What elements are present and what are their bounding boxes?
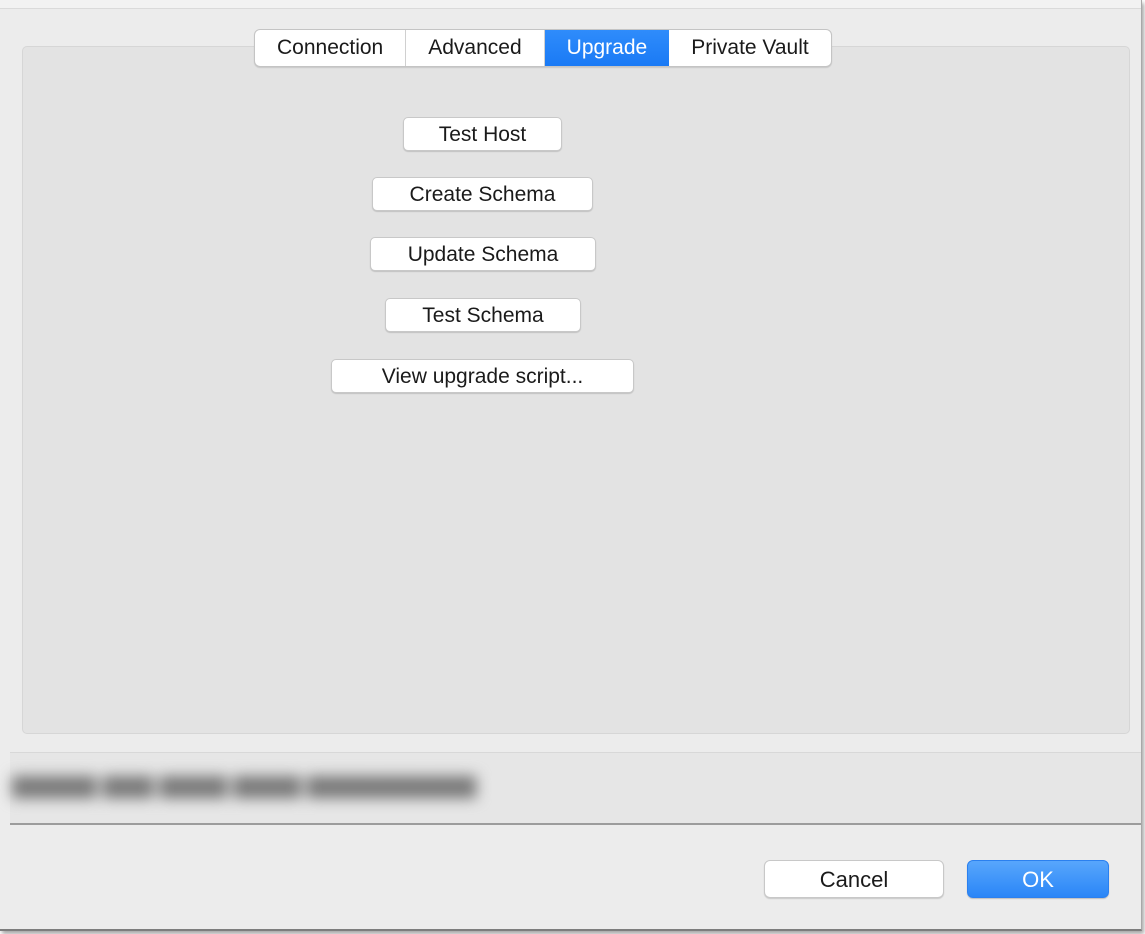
- test-host-button[interactable]: Test Host: [403, 117, 562, 151]
- upgrade-tab-panel: Test Host Create Schema Update Schema Te…: [22, 46, 1130, 734]
- title-strip: [0, 0, 1141, 9]
- tab-connection[interactable]: Connection: [255, 30, 407, 66]
- status-bar: ▇▇▇▇▇ ▇▇▇ ▇▇▇▇ ▇▇▇▇ ▇▇▇▇▇▇▇▇▇▇: [10, 752, 1141, 825]
- tab-upgrade[interactable]: Upgrade: [544, 30, 670, 66]
- create-schema-button[interactable]: Create Schema: [372, 177, 593, 211]
- dialog-footer: Cancel OK: [0, 825, 1141, 929]
- ok-button[interactable]: OK: [967, 860, 1109, 898]
- update-schema-button[interactable]: Update Schema: [370, 237, 596, 271]
- status-text: ▇▇▇▇▇ ▇▇▇ ▇▇▇▇ ▇▇▇▇ ▇▇▇▇▇▇▇▇▇▇: [12, 773, 477, 798]
- view-upgrade-script-button[interactable]: View upgrade script...: [331, 359, 634, 393]
- preferences-dialog: Test Host Create Schema Update Schema Te…: [0, 0, 1142, 931]
- tab-bar: Connection Advanced Upgrade Private Vaul…: [254, 29, 832, 67]
- cancel-button[interactable]: Cancel: [764, 860, 944, 898]
- test-schema-button[interactable]: Test Schema: [385, 298, 581, 332]
- tab-advanced[interactable]: Advanced: [406, 30, 545, 66]
- tab-private-vault[interactable]: Private Vault: [669, 30, 831, 66]
